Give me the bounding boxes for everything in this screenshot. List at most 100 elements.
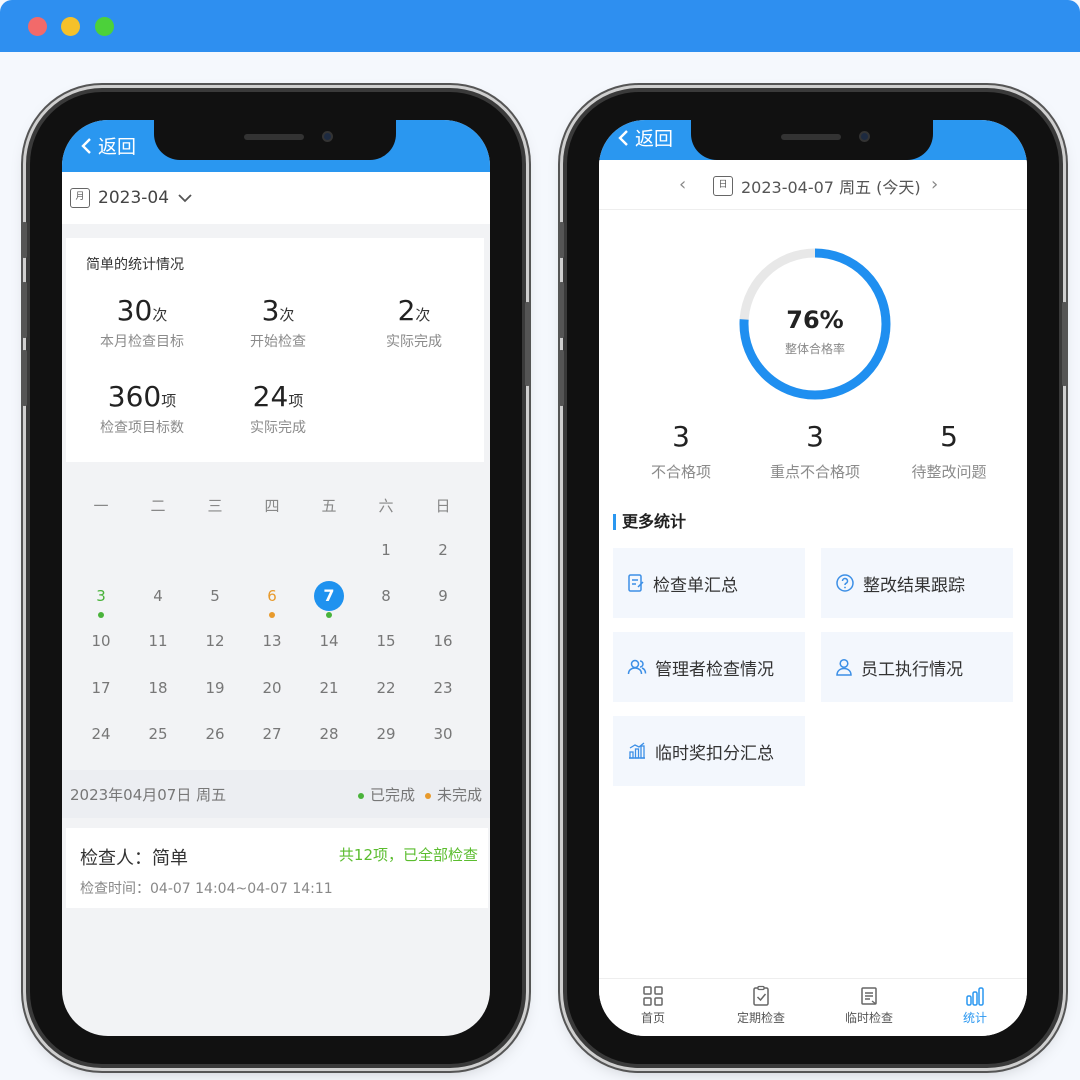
tab-statistics[interactable]: 统计 — [935, 985, 1015, 1026]
stat-started: 3次 开始检查 — [250, 294, 306, 350]
calendar-day[interactable]: 15 — [371, 626, 401, 656]
month-picker[interactable]: 月 2023-04 — [62, 172, 490, 224]
calendar-day[interactable]: 8 — [371, 581, 401, 611]
stat-nonconforming: 3 不合格项 — [650, 420, 711, 481]
back-label: 返回 — [635, 128, 674, 150]
calendar-day[interactable]: 4 — [143, 581, 173, 611]
phone-frame-right: 返回 ‹ 日 2023-04-07 周五 (今天) › 76% 整体合格率 3 … — [559, 92, 1067, 1064]
month-calendar: 一二三四五六日 1 2 3 4 5 6 7 8 9 10 11 12 13 14 15 16 17 18 19 20 21… — [62, 475, 490, 765]
calendar-day[interactable]: 18 — [143, 673, 173, 703]
weekday-header: 五 — [321, 497, 337, 515]
calendar-day[interactable]: 30 — [428, 719, 458, 749]
summary-card: 简单的统计情况 30次 本月检查目标 3次 开始检查 2次 实际完成 360项 … — [66, 238, 484, 462]
calendar-day[interactable]: 24 — [86, 719, 116, 749]
calendar-day[interactable]: 14 — [314, 626, 344, 656]
calendar-day[interactable]: 6 — [257, 581, 287, 611]
tile-temp-points-summary[interactable]: 临时奖扣分汇总 — [613, 716, 805, 786]
calendar-day[interactable]: 29 — [371, 719, 401, 749]
current-date[interactable]: 日 2023-04-07 周五 (今天) — [713, 174, 921, 198]
date-value: 2023-04-07 周五 (今天) — [741, 178, 921, 197]
tab-periodic-inspection[interactable]: 定期检查 — [721, 985, 801, 1026]
calendar-day[interactable]: 22 — [371, 673, 401, 703]
calendar-day[interactable]: 11 — [143, 626, 173, 656]
inspector-name: 检查人：简单 — [80, 848, 188, 869]
inspection-record[interactable]: 检查人：简单 共12项，已全部检查 检查时间：04-07 14:04~04-07… — [66, 828, 488, 908]
pass-rate-gauge: 76% 整体合格率 — [735, 244, 895, 404]
calendar-day[interactable]: 10 — [86, 626, 116, 656]
checklist-icon — [628, 574, 644, 592]
next-day-button[interactable]: › — [931, 174, 938, 195]
phone-frame-left: 返回 统计 月 2023-04 简单的统计情况 30次 本月检查目标 3次 开始… — [22, 92, 530, 1064]
calendar-day[interactable]: 17 — [86, 673, 116, 703]
tile-checklist-summary[interactable]: 检查单汇总 — [613, 548, 805, 618]
calendar-day[interactable]: 16 — [428, 626, 458, 656]
stats-icon — [966, 987, 984, 1006]
calendar-day[interactable]: 28 — [314, 719, 344, 749]
question-icon — [836, 574, 854, 592]
stat-completed: 2次 实际完成 — [386, 294, 442, 350]
tile-manager-inspection[interactable]: 管理者检查情况 — [613, 632, 805, 702]
day-picker: ‹ 日 2023-04-07 周五 (今天) › — [599, 160, 1027, 210]
pass-rate-value: 76% — [786, 306, 844, 334]
summary-title: 简单的统计情况 — [86, 257, 184, 273]
screen-statistics-day: 返回 ‹ 日 2023-04-07 周五 (今天) › 76% 整体合格率 3 … — [599, 120, 1027, 1036]
prev-day-button[interactable]: ‹ — [679, 174, 686, 195]
phone-notch — [691, 120, 933, 160]
maximize-window-button[interactable] — [95, 17, 114, 36]
calendar-day[interactable]: 5 — [200, 581, 230, 611]
calendar-day[interactable]: 13 — [257, 626, 287, 656]
tile-rectification-tracking[interactable]: 整改结果跟踪 — [821, 548, 1013, 618]
document-icon — [861, 987, 877, 1005]
calendar-day[interactable]: 3 — [86, 581, 116, 611]
inspection-time: 检查时间：04-07 14:04~04-07 14:11 — [80, 881, 333, 897]
calendar-icon: 月 — [70, 188, 90, 208]
bar-chart-icon — [629, 742, 645, 759]
selected-date-bar: 2023年04月07日 周五 已完成 未完成 — [62, 770, 490, 818]
tab-home[interactable]: 首页 — [613, 985, 693, 1026]
back-button[interactable]: 返回 — [617, 124, 673, 151]
calendar-day[interactable]: 27 — [257, 719, 287, 749]
calendar-day[interactable]: 25 — [143, 719, 173, 749]
close-window-button[interactable] — [28, 17, 47, 36]
legend-undone: 未完成 — [424, 784, 482, 805]
user-icon — [836, 658, 852, 676]
chevron-left-icon — [618, 129, 628, 146]
managers-icon — [627, 659, 647, 675]
bottom-tab-bar: 首页 定期检查 临时检查 统计 — [599, 978, 1027, 1036]
calendar-day[interactable]: 21 — [314, 673, 344, 703]
calendar-icon: 日 — [713, 176, 733, 196]
stat-item-target: 360项 检查项目标数 — [100, 380, 184, 436]
tab-temporary-inspection[interactable]: 临时检查 — [829, 985, 909, 1026]
calendar-day[interactable]: 1 — [371, 535, 401, 565]
calendar-day[interactable]: 23 — [428, 673, 458, 703]
stat-items-completed: 24项 实际完成 — [250, 380, 306, 436]
stat-pending-issues: 5 待整改问题 — [911, 420, 987, 481]
record-status: 共12项，已全部检查 — [338, 846, 478, 864]
chevron-down-icon — [178, 194, 192, 203]
app-window: 返回 统计 月 2023-04 简单的统计情况 30次 本月检查目标 3次 开始… — [0, 0, 1080, 1080]
calendar-day[interactable]: 7 — [314, 581, 344, 611]
tile-staff-execution[interactable]: 员工执行情况 — [821, 632, 1013, 702]
grid-icon — [643, 986, 663, 1006]
pass-rate-label: 整体合格率 — [784, 342, 845, 356]
month-value: 2023-04 — [98, 188, 170, 208]
calendar-day[interactable]: 26 — [200, 719, 230, 749]
weekday-header: 二 — [150, 497, 166, 515]
calendar-day[interactable]: 2 — [428, 535, 458, 565]
clipboard-check-icon — [753, 985, 769, 1006]
calendar-legend: 已完成 未完成 — [357, 784, 482, 805]
calendar-day[interactable]: 19 — [200, 673, 230, 703]
weekday-header: 日 — [435, 497, 451, 515]
legend-done: 已完成 — [357, 784, 415, 805]
calendar-day[interactable]: 20 — [257, 673, 287, 703]
calendar-day[interactable]: 12 — [200, 626, 230, 656]
screen-statistics-month: 返回 统计 月 2023-04 简单的统计情况 30次 本月检查目标 3次 开始… — [62, 120, 490, 1036]
day-status-dot — [269, 612, 275, 618]
phone-notch — [154, 120, 396, 160]
day-status-dot — [326, 612, 332, 618]
weekday-header: 四 — [264, 497, 280, 515]
calendar-day[interactable]: 9 — [428, 581, 458, 611]
stat-monthly-target: 30次 本月检查目标 — [100, 294, 184, 350]
minimize-window-button[interactable] — [61, 17, 80, 36]
window-titlebar — [0, 0, 1080, 52]
